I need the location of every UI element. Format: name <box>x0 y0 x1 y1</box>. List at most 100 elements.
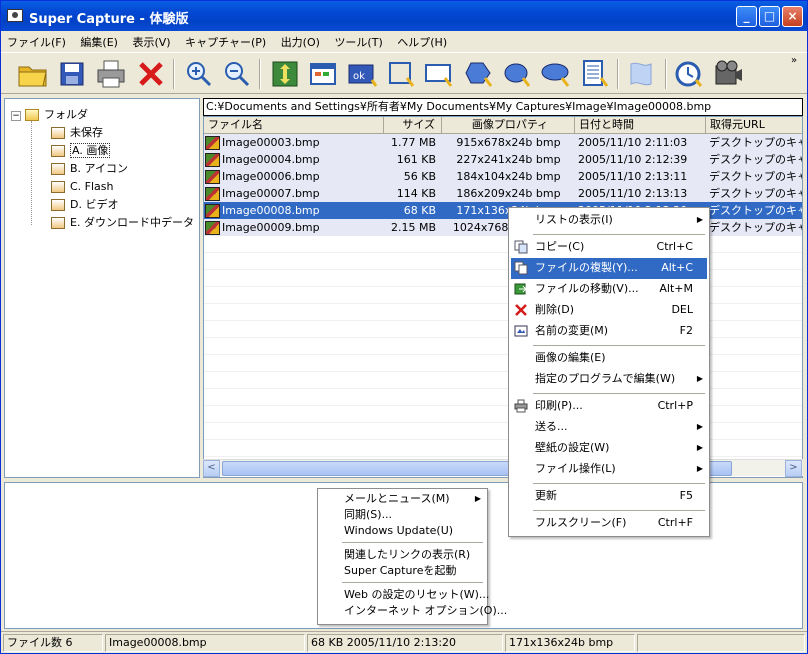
menu-edit[interactable]: 編集(E) <box>74 31 123 50</box>
ie_menu-item[interactable]: インターネット オプション(O)... <box>320 603 507 620</box>
tree-item-unsaved[interactable]: 未保存 <box>51 125 103 142</box>
menu-file[interactable]: ファイル(F) <box>1 31 71 50</box>
capture-freehand-icon[interactable] <box>625 58 657 90</box>
tree-item-images[interactable]: A. 画像 <box>51 143 111 160</box>
tree-item-flash[interactable]: C. Flash <box>51 179 114 196</box>
cell-size: 56 KB <box>403 170 436 183</box>
tree-item-label: E. ダウンロード中データ <box>70 216 194 229</box>
table-row[interactable]: Image00004.bmp 161 KB 227x241x24b bmp 2005/… <box>204 151 802 168</box>
menu-item-label: Windows Update(U) <box>344 524 454 537</box>
delete-icon[interactable] <box>135 58 167 90</box>
menu-item-shortcut: Alt+M <box>659 282 693 295</box>
menu-item-label: メールとニュース(M) <box>344 492 450 505</box>
tree-item-label: 未保存 <box>70 126 103 139</box>
submenu-arrow-icon: ▶ <box>696 443 703 452</box>
open-folder-icon[interactable] <box>17 58 49 90</box>
capture-rect-icon[interactable] <box>385 58 417 90</box>
scroll-right-button[interactable]: > <box>785 460 802 477</box>
maximize-button[interactable]: □ <box>759 6 780 27</box>
menu-output[interactable]: 出力(O) <box>275 31 325 50</box>
menu-separator <box>533 345 705 346</box>
capture-rounded-icon[interactable] <box>540 58 572 90</box>
context_menu-item[interactable]: 壁紙の設定(W) ▶ <box>511 438 707 459</box>
menu-tools[interactable]: ツール(T) <box>328 31 387 50</box>
context_menu-item[interactable]: ファイルの複製(Y)... Alt+C <box>511 258 707 279</box>
context_menu-item[interactable]: コピー(C) Ctrl+C <box>511 237 707 258</box>
context_menu-item[interactable]: ファイルの移動(V)... Alt+M <box>511 279 707 300</box>
context_menu-item[interactable]: 送る... ▶ <box>511 417 707 438</box>
timer-capture-icon[interactable] <box>673 58 705 90</box>
column-header-source-url[interactable]: 取得元URL <box>706 117 802 134</box>
context_menu-item[interactable]: 印刷(P)... Ctrl+P <box>511 396 707 417</box>
folder-icon <box>51 199 65 211</box>
capture-ellipse-icon[interactable] <box>501 58 533 90</box>
ie_menu-item[interactable]: Windows Update(U) <box>320 523 485 540</box>
close-button[interactable]: × <box>782 6 803 27</box>
tree-item-icons[interactable]: B. アイコン <box>51 161 128 178</box>
ie_menu-item[interactable]: Super Captureを起動 <box>320 563 485 580</box>
grid-line <box>204 321 802 338</box>
capture-scroll-icon[interactable] <box>579 58 611 90</box>
ie_menu-item[interactable]: Web の設定のリセット(W)... <box>320 587 489 604</box>
scroll-left-button[interactable]: < <box>203 460 220 477</box>
menu-item-label: 送る... <box>535 420 568 433</box>
capture-fullscreen-icon[interactable] <box>269 58 301 90</box>
tree-root-folder[interactable]: − フォルダ <box>11 107 88 124</box>
tree-item-video[interactable]: D. ビデオ <box>51 197 118 214</box>
cell-name: Image00006.bmp <box>222 170 320 183</box>
context_menu-item[interactable]: 名前の変更(M) F2 <box>511 321 707 342</box>
cell-name: Image00004.bmp <box>222 153 320 166</box>
column-header-properties[interactable]: 画像プロパティ <box>442 117 575 134</box>
context_menu-item[interactable]: 指定のプログラムで編集(W) ▶ <box>511 369 707 390</box>
column-header-size[interactable]: サイズ <box>384 117 442 134</box>
table-row[interactable]: Image00006.bmp 56 KB 184x104x24b bmp 2005/1… <box>204 168 802 185</box>
menu-capture[interactable]: キャプチャー(P) <box>179 31 271 50</box>
tree-item-downloading[interactable]: E. ダウンロード中データ <box>51 215 194 232</box>
minimize-button[interactable]: _ <box>736 6 757 27</box>
folder-icon <box>51 145 65 157</box>
context_menu-item[interactable]: ファイル操作(L) ▶ <box>511 459 707 480</box>
toolbar-separator <box>665 59 667 89</box>
menu-separator <box>533 510 705 511</box>
cell-size: 68 KB <box>403 204 436 217</box>
column-header-filename[interactable]: ファイル名 <box>204 117 384 134</box>
status-empty <box>637 634 805 652</box>
ie_menu-item[interactable]: 同期(S)... <box>320 507 485 524</box>
video-capture-icon[interactable] <box>712 58 744 90</box>
table-row[interactable]: Image00007.bmp 114 KB 186x209x24b bmp 2005/… <box>204 185 802 202</box>
capture-window-icon[interactable] <box>307 58 339 90</box>
menu-help[interactable]: ヘルプ(H) <box>391 31 452 50</box>
zoom-out-icon[interactable] <box>221 58 253 90</box>
print-icon[interactable] <box>95 58 127 90</box>
capture-polygon-icon[interactable] <box>463 58 495 90</box>
title-bar[interactable]: Super Capture - 体験版 _ □ × <box>1 1 807 31</box>
cell-props: 915x678x24b bmp <box>456 136 561 149</box>
save-icon[interactable] <box>56 58 88 90</box>
table-row[interactable]: Image00003.bmp 1.77 MB 915x678x24b bmp 2005… <box>204 134 802 151</box>
context_menu-item[interactable]: 更新 F5 <box>511 486 707 507</box>
zoom-in-icon[interactable] <box>183 58 215 90</box>
bitmap-file-icon <box>205 153 220 167</box>
bitmap-file-icon <box>205 204 220 218</box>
column-header-datetime[interactable]: 日付と時間 <box>575 117 706 134</box>
tree-expander[interactable]: − <box>11 111 21 121</box>
copy-icon <box>514 240 528 254</box>
capture-ok-icon[interactable]: ok <box>346 58 378 90</box>
duplicate-icon <box>514 261 528 275</box>
grid-line <box>204 389 802 406</box>
context_menu-item[interactable]: リストの表示(I) ▶ <box>511 210 707 231</box>
toolbar-overflow-chevron[interactable]: » <box>791 55 797 66</box>
cell-url: デスクトップのキャプチャ <box>709 221 802 234</box>
horizontal-scrollbar[interactable]: < > <box>203 459 803 477</box>
ie_menu-item[interactable]: メールとニュース(M) ▶ <box>320 491 485 508</box>
table-row[interactable]: Image00008.bmp68 KB171x136x24b bmp2005/1… <box>204 202 802 219</box>
delete-icon <box>515 304 527 316</box>
table-row[interactable]: Image00009.bmp2.15 MB1024x768x24b bmp200… <box>204 219 802 236</box>
context_menu-item[interactable]: 画像の編集(E) <box>511 348 707 369</box>
capture-region-icon[interactable] <box>423 58 455 90</box>
context_menu-item[interactable]: 削除(D) DEL <box>511 300 707 321</box>
context_menu-item[interactable]: フルスクリーン(F) Ctrl+F <box>511 513 707 534</box>
folder-icon <box>51 127 65 139</box>
menu-view[interactable]: 表示(V) <box>126 31 175 50</box>
ie_menu-item[interactable]: 関連したリンクの表示(R) <box>320 547 485 564</box>
